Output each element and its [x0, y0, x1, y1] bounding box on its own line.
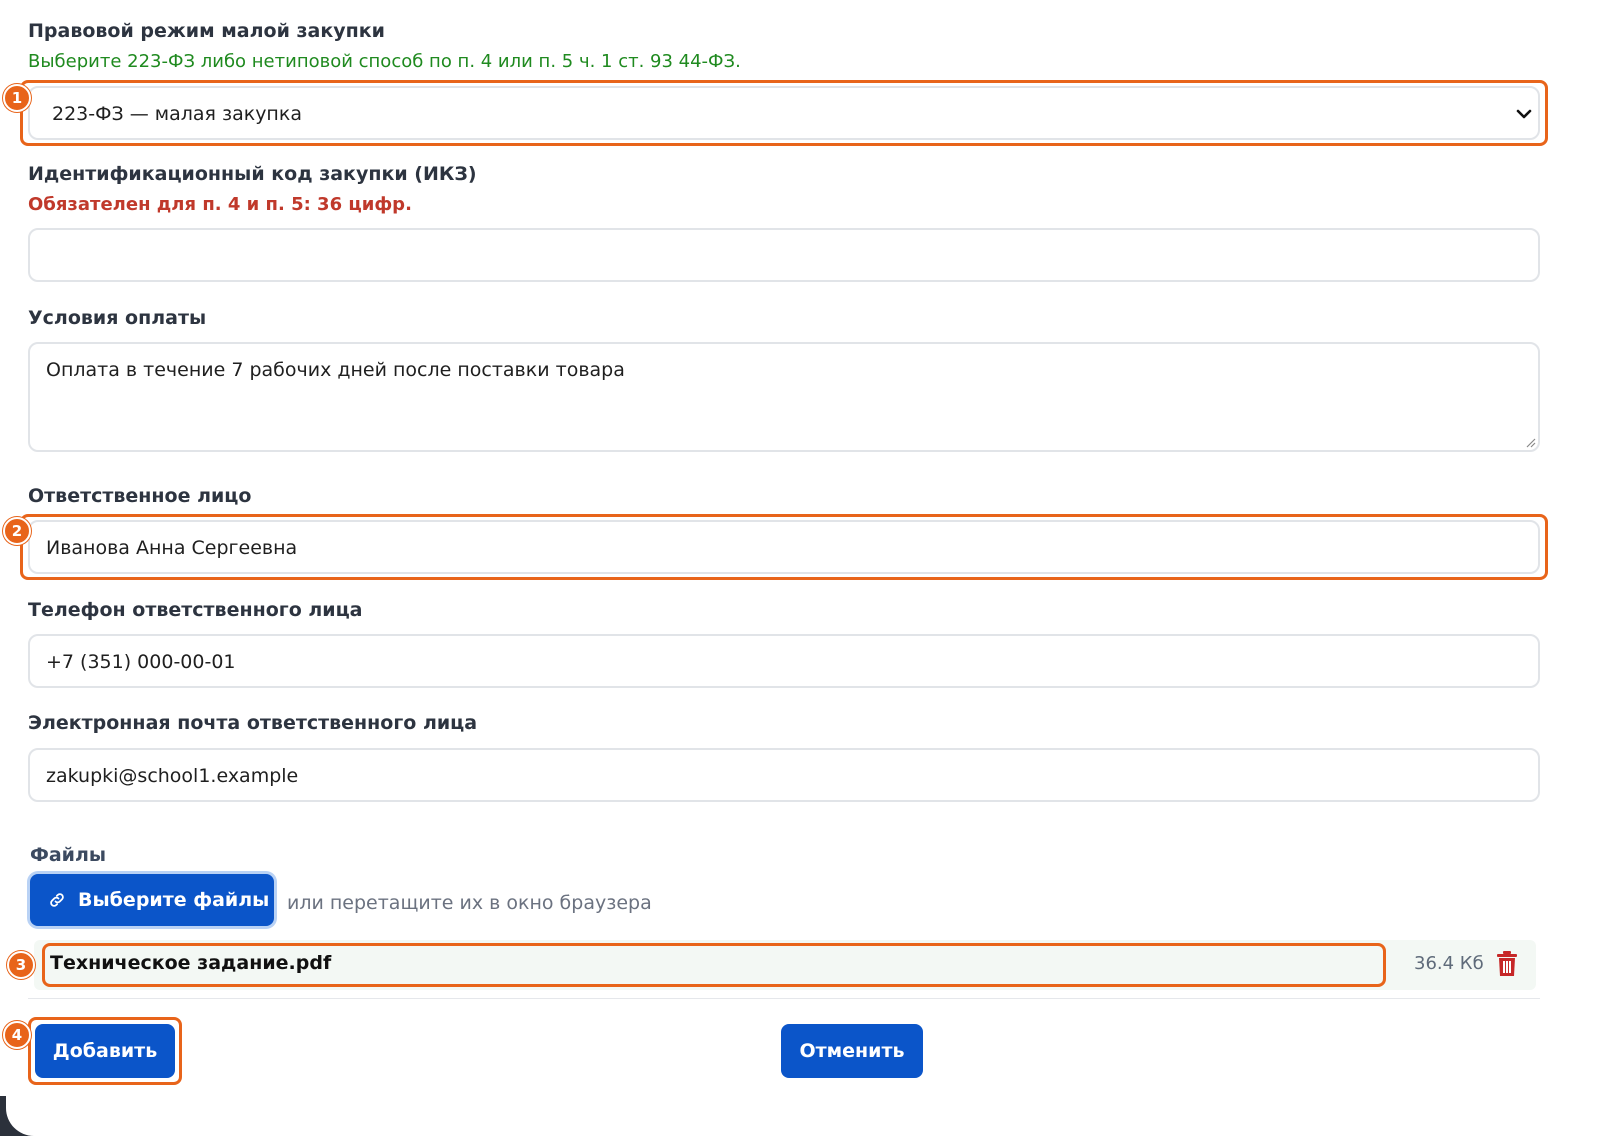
- procurement-form: Правовой режим малой закупки Выберите 22…: [0, 0, 1600, 1136]
- phone-value: +7 (351) 000-00-01: [46, 651, 236, 673]
- responsible-label: Ответственное лицо: [28, 485, 252, 507]
- highlight-frame-3: [42, 943, 1386, 987]
- step-badge-4: 4: [3, 1021, 31, 1049]
- procurement-mode-label: Правовой режим малой закупки: [28, 20, 385, 42]
- choose-files-button[interactable]: Выберите файлы: [30, 874, 274, 926]
- email-label: Электронная почта ответственного лица: [28, 712, 478, 734]
- choose-files-label: Выберите файлы: [78, 889, 270, 911]
- link-icon: [50, 893, 64, 907]
- phone-label: Телефон ответственного лица: [28, 599, 363, 621]
- resize-handle-icon[interactable]: [1524, 436, 1536, 448]
- procurement-mode-hint: Выберите 223-ФЗ либо нетиповой способ по…: [28, 51, 741, 72]
- payment-terms-textarea[interactable]: Оплата в течение 7 рабочих дней после по…: [28, 342, 1540, 452]
- payment-terms-value: Оплата в течение 7 рабочих дней после по…: [46, 359, 625, 381]
- highlight-frame-4: [28, 1017, 182, 1085]
- highlight-frame-2: [20, 514, 1548, 580]
- step-badge-2: 2: [3, 517, 31, 545]
- phone-input[interactable]: +7 (351) 000-00-01: [28, 634, 1540, 688]
- payment-terms-label: Условия оплаты: [28, 307, 207, 329]
- cancel-button[interactable]: Отменить: [781, 1024, 923, 1078]
- step-badge-1: 1: [3, 84, 31, 112]
- ikz-label: Идентификационный код закупки (ИКЗ): [28, 163, 477, 185]
- trash-icon[interactable]: [1496, 951, 1518, 977]
- email-input[interactable]: zakupki@school1.example: [28, 748, 1540, 802]
- drop-hint: или перетащите их в окно браузера: [287, 892, 652, 914]
- ikz-input[interactable]: [28, 228, 1540, 282]
- step-badge-3: 3: [7, 951, 35, 979]
- file-size: 36.4 Кб: [1414, 953, 1484, 974]
- divider: [28, 998, 1540, 999]
- ikz-hint: Обязателен для п. 4 и п. 5: 36 цифр.: [28, 194, 412, 215]
- files-label: Файлы: [30, 844, 107, 866]
- highlight-frame-1: [20, 80, 1548, 146]
- email-value: zakupki@school1.example: [46, 765, 299, 787]
- window-corner-mask: [6, 1076, 66, 1136]
